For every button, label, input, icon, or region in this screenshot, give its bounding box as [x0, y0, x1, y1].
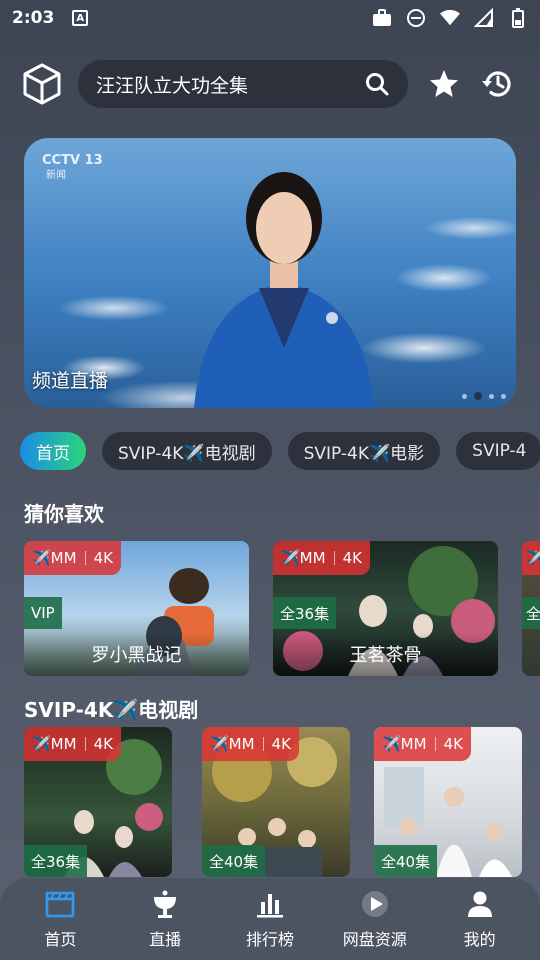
source-tag-left: ✈️MM	[382, 735, 427, 753]
tag-separator	[333, 551, 335, 565]
search-query[interactable]: 汪汪队立大功全集	[96, 71, 364, 98]
nav-item-profile[interactable]: 我的	[432, 888, 528, 950]
source-tag-left: ✈️MM	[32, 549, 77, 567]
carousel-dot[interactable]	[462, 393, 467, 399]
episode-badge: 全	[522, 597, 540, 629]
video-card[interactable]: ✈️MM 4K VIP 罗小黑战记	[24, 541, 249, 676]
nav-label: 直播	[149, 930, 182, 949]
tag-separator	[84, 737, 86, 751]
person-icon	[467, 891, 492, 917]
wifi-icon	[440, 8, 460, 28]
cube-logo-icon[interactable]	[22, 62, 62, 106]
source-tag: ✈️MM 4K	[202, 727, 299, 761]
top-bar: 汪汪队立大功全集	[0, 58, 540, 110]
source-tag: ✈️MM 4K	[24, 727, 121, 761]
episode-badge: 全36集	[273, 597, 337, 629]
notification-a-icon: A	[72, 10, 89, 26]
source-tag-left: ✈️MM	[32, 735, 77, 753]
clapperboard-icon	[46, 891, 75, 918]
search-bar[interactable]: 汪汪队立大功全集	[78, 60, 408, 108]
bottom-nav: 首页 直播 排行榜 网盘资源 我的	[0, 878, 540, 960]
source-tag-right: 4K	[271, 735, 291, 753]
tab-svip-more[interactable]: SVIP-4	[456, 432, 540, 470]
source-tag-left: ✈️MM	[281, 549, 326, 567]
source-tag: ✈️	[522, 541, 540, 575]
episode-badge: 全40集	[202, 845, 266, 877]
tab-svip-movie[interactable]: SVIP-4K✈️电影	[287, 432, 441, 470]
source-tag-left: ✈️MM	[210, 735, 255, 753]
carousel-dots	[462, 392, 506, 400]
tag-separator	[262, 737, 264, 751]
favorites-star-icon[interactable]	[428, 68, 460, 100]
battery-icon	[508, 8, 528, 28]
carousel-dot[interactable]	[501, 393, 506, 399]
satellite-dish-icon	[154, 890, 177, 918]
tab-home[interactable]: 首页	[20, 432, 86, 470]
tag-separator	[84, 551, 86, 565]
bar-chart-icon	[256, 894, 283, 918]
nav-label: 网盘资源	[342, 930, 407, 949]
status-time: 2:03	[12, 8, 55, 28]
section-title-guess: 猜你喜欢	[24, 502, 104, 526]
nav-item-home[interactable]: 首页	[12, 888, 108, 950]
card-title: 罗小黑战记	[24, 632, 249, 676]
news-anchor-image	[194, 172, 374, 408]
history-icon[interactable]	[480, 66, 516, 102]
tv-card[interactable]: ✈️MM 4K 全40集	[374, 727, 522, 877]
channel-logo-sub: 新闻	[46, 170, 66, 182]
source-tag-right: 4K	[443, 735, 463, 753]
status-bar: 2:03 A	[0, 0, 540, 36]
search-icon[interactable]	[364, 71, 390, 97]
source-tag: ✈️MM 4K	[273, 541, 370, 575]
carousel-dot-active[interactable]	[474, 392, 482, 400]
briefcase-icon	[372, 8, 392, 28]
hero-banner[interactable]: CCTV 13 新闻 频道直播	[24, 138, 516, 408]
source-tag-right: 4K	[93, 735, 113, 753]
nav-label: 我的	[463, 930, 496, 949]
source-tag-right: 4K	[342, 549, 362, 567]
carousel-dot[interactable]	[489, 393, 494, 399]
episode-badge: 全36集	[24, 845, 88, 877]
tv-card[interactable]: ✈️MM 4K 全36集	[24, 727, 172, 877]
card-title: 玉茗茶骨	[273, 632, 498, 676]
tag-separator	[434, 737, 436, 751]
do-not-disturb-icon	[406, 8, 426, 28]
nav-label: 排行榜	[245, 930, 294, 949]
channel-logo: CCTV 13 新闻	[42, 153, 103, 183]
banner-caption: 频道直播	[32, 370, 109, 392]
source-tag: ✈️MM 4K	[24, 541, 121, 575]
nav-item-live[interactable]: 直播	[117, 888, 213, 950]
signal-icon	[474, 8, 494, 28]
channel-logo-text: CCTV 13	[42, 153, 103, 168]
episode-badge: 全40集	[374, 845, 438, 877]
section-title-tv: SVIP-4K✈️电视剧	[24, 698, 199, 722]
source-tag-right: 4K	[93, 549, 113, 567]
nav-item-cloud-drive[interactable]: 网盘资源	[327, 888, 423, 950]
episode-badge: VIP	[24, 597, 62, 629]
tab-svip-tv[interactable]: SVIP-4K✈️电视剧	[102, 432, 272, 470]
source-tag-left: ✈️	[526, 549, 540, 567]
video-card[interactable]: ✈️MM 4K 全36集 玉茗茶骨	[273, 541, 498, 676]
play-disc-icon	[361, 891, 388, 917]
nav-item-ranking[interactable]: 排行榜	[222, 888, 318, 950]
nav-label: 首页	[44, 930, 77, 949]
tv-card[interactable]: ✈️MM 4K 全40集	[202, 727, 350, 877]
source-tag: ✈️MM 4K	[374, 727, 471, 761]
category-tabs: 首页 SVIP-4K✈️电视剧 SVIP-4K✈️电影 SVIP-4	[20, 432, 540, 470]
video-card-partial[interactable]: ✈️ 全	[522, 541, 540, 676]
